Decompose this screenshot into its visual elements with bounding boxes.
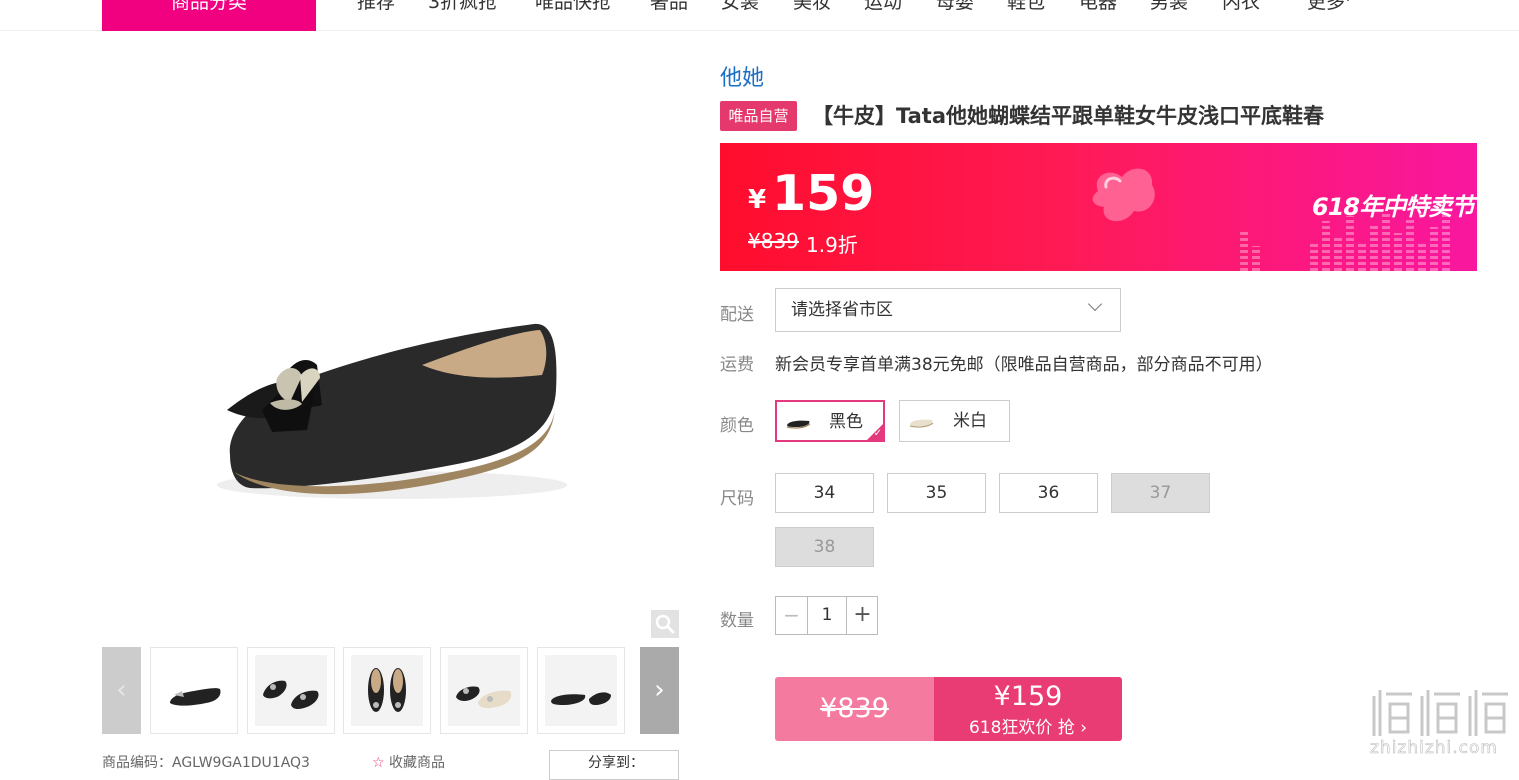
size-option-34[interactable]: 34	[775, 473, 874, 513]
price-currency: ¥	[748, 185, 767, 215]
quantity-label: 数量	[720, 611, 754, 631]
chevron-down-icon	[1087, 296, 1103, 312]
color-label: 颜色	[720, 416, 754, 436]
star-icon: ☆	[372, 755, 385, 771]
buy-cta-label: 618狂欢价 抢 ›	[968, 718, 1088, 738]
original-price-block: ¥839	[775, 677, 934, 741]
buy-sale-price: ¥159	[993, 681, 1063, 712]
region-select-value: 请选择省市区	[791, 300, 893, 320]
chevron-left-icon: ‹	[116, 675, 127, 705]
thumb-prev-button[interactable]: ‹	[102, 647, 141, 734]
nav-item-luxury[interactable]: 奢品	[650, 0, 688, 16]
thumb-next-button[interactable]: ›	[640, 647, 679, 734]
color-option-label: 米白	[953, 411, 987, 431]
nav-more[interactable]: 更多˅	[1307, 0, 1351, 18]
size-option-38: 38	[775, 527, 874, 567]
nav-item-women[interactable]: 女装	[721, 0, 759, 16]
decorative-blob-icon	[1092, 168, 1155, 222]
top-nav: 商品分类 推荐 3折疯抢 唯品快抢 奢品 女装 美妆 运动 母婴 鞋包 电器 男…	[0, 0, 1519, 31]
chevron-right-icon: ›	[654, 675, 665, 705]
buy-original-price: ¥839	[820, 693, 889, 724]
color-option-label: 黑色	[829, 412, 863, 432]
nav-item-30pct-off[interactable]: 3折疯抢	[428, 0, 497, 16]
shipping-info: 新会员专享首单满38元免邮（限唯品自营商品，部分商品不可用）	[775, 355, 1273, 375]
color-option-black[interactable]: 黑色 ✓	[775, 400, 885, 442]
nav-item-shoes-bags[interactable]: 鞋包	[1007, 0, 1045, 16]
watermark-site: zhizhizhi.com	[1370, 738, 1498, 759]
delivery-label: 配送	[720, 305, 754, 325]
original-price: ¥839	[748, 229, 799, 253]
nav-item-recommend[interactable]: 推荐	[357, 0, 395, 16]
favorite-label: 收藏商品	[389, 755, 446, 771]
thumbnail-image	[158, 655, 230, 726]
check-icon: ✓	[873, 428, 882, 439]
quantity-increase-button[interactable]: +	[846, 597, 878, 634]
thumbnail-image	[351, 655, 423, 726]
color-option-beige[interactable]: 米白	[899, 400, 1010, 442]
thumbnail-image	[255, 655, 327, 726]
product-code: 商品编码：AGLW9GA1DU1AQ3	[102, 755, 310, 771]
nav-item-underwear[interactable]: 内衣	[1222, 0, 1260, 16]
thumbnail[interactable]	[537, 647, 625, 734]
main-product-image	[102, 60, 680, 638]
thumbnail[interactable]	[247, 647, 335, 734]
discount-rate: 1.9折	[806, 233, 858, 257]
sale-price: 159	[772, 165, 875, 222]
chevron-down-icon: ˅	[1345, 0, 1352, 11]
thumbnail[interactable]	[343, 647, 431, 734]
size-option-37: 37	[1111, 473, 1210, 513]
nav-item-baby[interactable]: 母婴	[936, 0, 974, 16]
chevron-right-icon: ›	[1080, 718, 1088, 738]
quantity-decrease-button[interactable]: −	[776, 597, 808, 634]
size-option-35[interactable]: 35	[887, 473, 986, 513]
size-label: 尺码	[720, 489, 754, 509]
self-operated-badge: 唯品自营	[720, 101, 797, 131]
shoe-image	[217, 323, 567, 499]
nav-item-sports[interactable]: 运动	[864, 0, 902, 16]
thumbnail-image	[448, 655, 520, 726]
share-dropdown[interactable]: 分享到：	[549, 750, 679, 780]
thumbnail[interactable]	[440, 647, 528, 734]
shipping-label: 运费	[720, 355, 754, 375]
thumbnail-image	[545, 655, 617, 726]
nav-item-appliances[interactable]: 电器	[1079, 0, 1117, 16]
color-swatch-image	[909, 419, 934, 428]
size-option-36[interactable]: 36	[999, 473, 1098, 513]
event-label: 618年中特卖节	[1312, 193, 1475, 221]
quantity-stepper: − 1 +	[775, 596, 878, 635]
brand-link[interactable]: 他她	[720, 60, 764, 92]
nav-more-label: 更多	[1307, 0, 1346, 13]
nav-item-beauty[interactable]: 美妆	[793, 0, 831, 16]
price-banner: ¥ 159 ¥839 1.9折 618年中特卖节	[720, 143, 1477, 271]
zoom-button[interactable]	[651, 610, 679, 638]
buy-button[interactable]: ¥159 618狂欢价 抢 ›	[934, 677, 1122, 741]
product-title: 【牛皮】Tata他她蝴蝶结平跟单鞋女牛皮浅口平底鞋春	[812, 104, 1324, 128]
thumbnail[interactable]	[150, 647, 238, 734]
nav-item-men[interactable]: 男装	[1150, 0, 1188, 16]
share-label: 分享到：	[588, 755, 644, 771]
category-button[interactable]: 商品分类	[102, 0, 316, 31]
favorite-button[interactable]: ☆ 收藏商品	[372, 752, 445, 772]
quantity-input[interactable]: 1	[808, 597, 846, 634]
region-select[interactable]: 请选择省市区	[775, 288, 1121, 332]
nav-item-flash[interactable]: 唯品快抢	[535, 0, 611, 16]
magnifier-icon	[655, 614, 675, 634]
color-swatch-image	[786, 420, 811, 429]
